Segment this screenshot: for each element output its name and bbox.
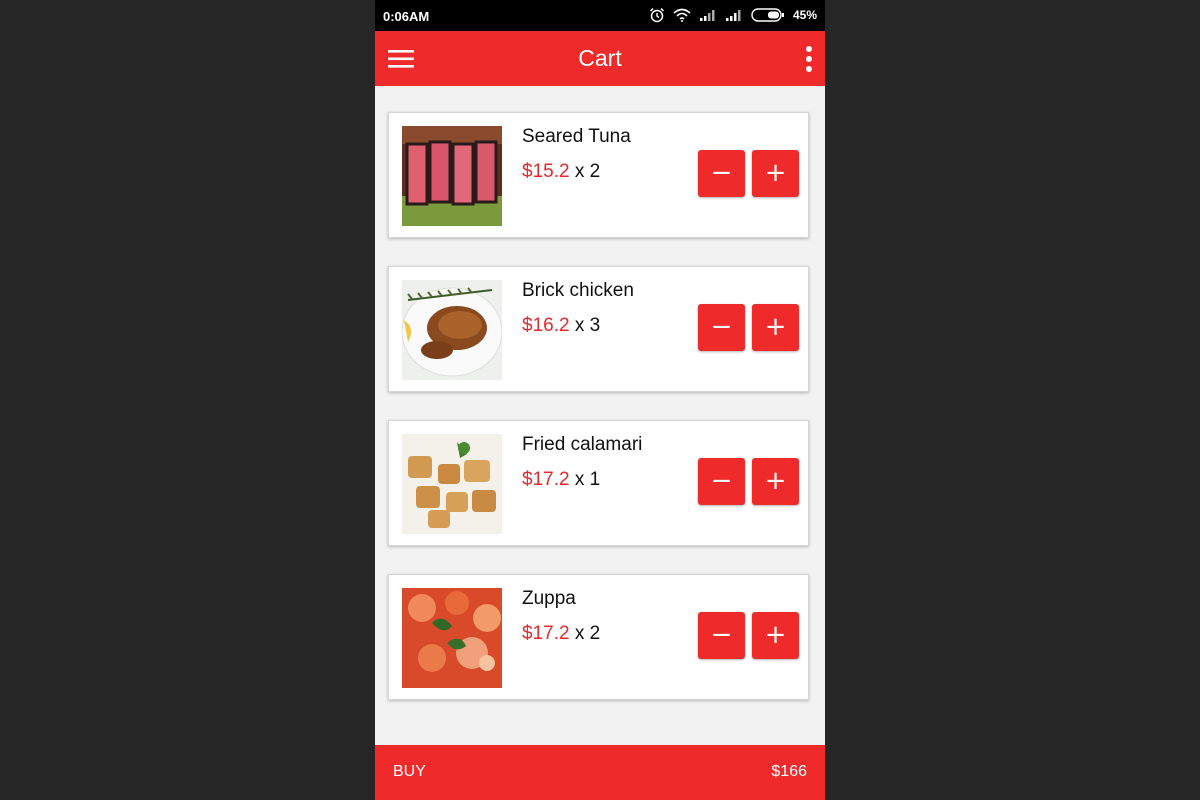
signal-icon — [725, 9, 743, 21]
decrease-quantity-button[interactable]: − — [698, 612, 745, 659]
item-quantity: x 2 — [574, 161, 601, 182]
decrease-quantity-button[interactable]: − — [698, 458, 745, 505]
item-price: $16.2 — [522, 315, 570, 336]
cart-total: $166 — [771, 763, 807, 780]
status-icons: 45% — [649, 7, 817, 23]
checkout-bar: BUY $166 — [375, 745, 825, 800]
item-price-row: $17.2 x 2 — [522, 623, 600, 645]
item-quantity: x 1 — [574, 469, 601, 490]
item-quantity: x 3 — [574, 315, 601, 336]
fried-calamari-image — [402, 434, 502, 534]
phone-screen: 0:06AM 45% Cart Seared Tuna $15.2 x 2 − … — [375, 0, 825, 800]
cart-item: Brick chicken $16.2 x 3 − + — [388, 266, 809, 392]
brick-chicken-image — [402, 280, 502, 380]
cart-item: Seared Tuna $15.2 x 2 − + — [388, 112, 809, 238]
item-price: $17.2 — [522, 623, 570, 644]
signal-icon — [699, 9, 717, 21]
cart-list: Seared Tuna $15.2 x 2 − + Brick chicken … — [388, 112, 812, 728]
alarm-icon — [649, 7, 665, 23]
item-name: Fried calamari — [522, 434, 643, 455]
increase-quantity-button[interactable]: + — [752, 612, 799, 659]
more-options-button[interactable] — [805, 45, 813, 73]
status-bar: 0:06AM 45% — [375, 0, 825, 31]
item-price: $15.2 — [522, 161, 570, 182]
item-price-row: $17.2 x 1 — [522, 469, 600, 491]
increase-quantity-button[interactable]: + — [752, 304, 799, 351]
seared-tuna-image — [402, 126, 502, 226]
item-quantity: x 2 — [574, 623, 601, 644]
item-name: Brick chicken — [522, 280, 634, 301]
more-vert-icon — [806, 46, 812, 72]
status-time: 0:06AM — [383, 9, 430, 24]
item-name: Zuppa — [522, 588, 576, 609]
item-price-row: $15.2 x 2 — [522, 161, 600, 183]
decrease-quantity-button[interactable]: − — [698, 304, 745, 351]
item-price-row: $16.2 x 3 — [522, 315, 600, 337]
battery-icon — [751, 8, 785, 22]
battery-percent: 45% — [792, 8, 817, 22]
cart-item: Zuppa $17.2 x 2 − + — [388, 574, 809, 700]
wifi-icon — [673, 8, 691, 22]
item-name: Seared Tuna — [522, 126, 631, 147]
decrease-quantity-button[interactable]: − — [698, 150, 745, 197]
increase-quantity-button[interactable]: + — [752, 150, 799, 197]
item-price: $17.2 — [522, 469, 570, 490]
zuppa-image — [402, 588, 502, 688]
app-bar: Cart — [375, 31, 825, 86]
increase-quantity-button[interactable]: + — [752, 458, 799, 505]
cart-item: Fried calamari $17.2 x 1 − + — [388, 420, 809, 546]
buy-button[interactable]: BUY — [393, 763, 426, 781]
page-title: Cart — [578, 45, 622, 71]
